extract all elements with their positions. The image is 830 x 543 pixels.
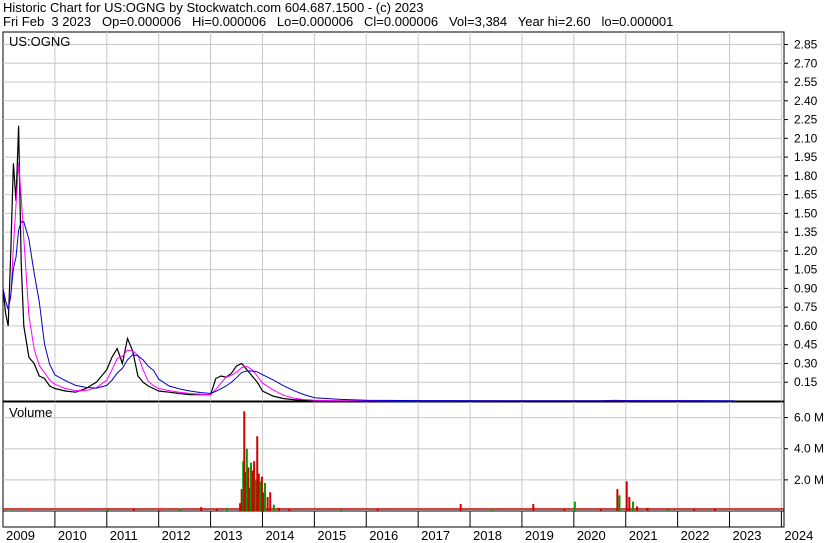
price-y-tick-label: 2.70 (794, 56, 818, 70)
x-year-label: 2011 (110, 528, 138, 543)
volume-bar (532, 503, 535, 511)
volume-y-tick-label: 2.0 M (794, 473, 824, 487)
volume-bar (618, 495, 621, 511)
volume-bar (628, 496, 631, 511)
volume-bar (631, 501, 634, 511)
x-year-label: 2013 (214, 528, 243, 543)
x-year-label: 2021 (629, 528, 658, 543)
x-year-label: 2012 (162, 528, 191, 543)
x-axis-frame (2, 510, 785, 528)
volume-bar (563, 508, 566, 511)
volume-bar (106, 509, 109, 511)
volume-bar (573, 501, 576, 511)
volume-bar (158, 510, 161, 512)
price-y-tick-label: 1.05 (794, 263, 818, 277)
volume-bar (459, 503, 462, 511)
x-year-label: 2018 (473, 528, 502, 543)
price-y-tick-label: 0.15 (794, 375, 818, 389)
volume-panel-frame (2, 401, 785, 512)
volume-bar (616, 489, 619, 511)
x-year-label: 2019 (525, 528, 554, 543)
x-year-label: 2016 (369, 528, 398, 543)
volume-bar (667, 509, 670, 511)
stock-chart: 2009 2010 2011 2012 2013 2014 2015 2016 2017 2018… (2, 31, 824, 543)
volume-bar (646, 507, 649, 511)
volume-y-tick-label: 4.0 M (794, 442, 824, 456)
x-year-label: 2009 (6, 528, 35, 543)
price-y-tick-label: 2.10 (794, 131, 818, 145)
price-y-tick-label: 2.25 (794, 113, 818, 127)
volume-bar (266, 496, 269, 511)
price-y-tick-label: 1.50 (794, 206, 818, 220)
x-year-label: 2023 (733, 528, 762, 543)
volume-bar (278, 507, 281, 511)
volume-bar (376, 509, 379, 511)
volume-bar (269, 492, 272, 511)
volume-bar (636, 506, 639, 511)
price-y-tick-label: 2.85 (794, 38, 818, 52)
price-y-tick-label: 0.30 (794, 356, 818, 370)
price-y-tick-label: 0.60 (794, 319, 818, 333)
volume-bar (80, 510, 83, 512)
x-year-label: 2010 (58, 528, 87, 543)
x-year-label: 2017 (421, 528, 450, 543)
volume-bar (8, 510, 11, 512)
volume-bar (264, 482, 267, 511)
x-year-label: 2020 (577, 528, 606, 543)
volume-bar (272, 504, 275, 511)
volume-bar (693, 509, 696, 511)
volume-bar (215, 509, 218, 511)
price-y-tick-label: 1.95 (794, 150, 818, 164)
x-year-label: 2014 (265, 528, 294, 543)
price-y-tick-label: 1.65 (794, 188, 818, 202)
price-y-tick-label: 1.35 (794, 225, 818, 239)
volume-bar (200, 507, 203, 511)
volume-bar (28, 510, 31, 512)
volume-panel-title: Volume (9, 405, 52, 420)
price-y-tick-label: 0.90 (794, 281, 818, 295)
volume-bar (340, 509, 343, 511)
x-year-label: 2015 (317, 528, 346, 543)
price-y-tick-label: 0.45 (794, 338, 818, 352)
x-year-label: 2022 (681, 528, 710, 543)
volume-bar (599, 509, 602, 511)
x-year-label: 2024 (784, 528, 813, 543)
price-y-tick-label: 1.20 (794, 244, 818, 258)
price-y-tick-label: 2.55 (794, 75, 818, 89)
price-y-tick-label: 0.75 (794, 300, 818, 314)
price-panel-title: US:OGNG (9, 34, 70, 49)
price-y-tick-label: 2.40 (794, 94, 818, 108)
volume-bar (132, 509, 135, 511)
price-panel-frame (2, 31, 785, 402)
volume-bar (288, 509, 291, 511)
volume-bar (625, 481, 628, 511)
volume-bar (713, 509, 716, 511)
volume-bar (226, 507, 229, 511)
volume-y-tick-label: 6.0 M (794, 411, 824, 425)
volume-bar (490, 508, 493, 511)
volume-bar (179, 508, 182, 511)
price-y-tick-label: 1.80 (794, 169, 818, 183)
